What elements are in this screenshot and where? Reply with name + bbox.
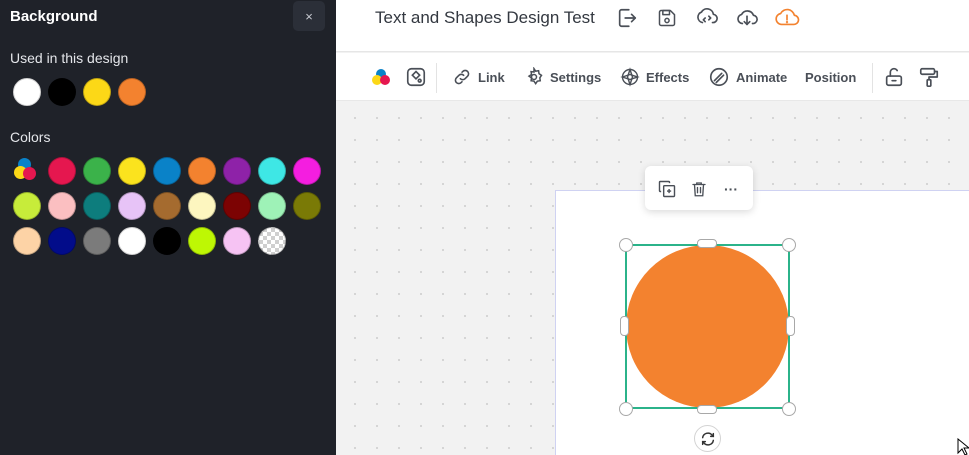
color-swatch[interactable]: [118, 192, 146, 220]
color-swatch[interactable]: [223, 227, 251, 255]
custom-color-picker-icon[interactable]: [13, 157, 41, 185]
resize-handle-bottom-left[interactable]: [619, 402, 633, 416]
fill-style-button[interactable]: [405, 65, 433, 89]
effects-label: Effects: [646, 69, 690, 85]
resize-handle-top-left[interactable]: [619, 238, 633, 252]
used-in-design-label: Used in this design: [10, 50, 129, 66]
color-swatch[interactable]: [13, 227, 41, 255]
link-label: Link: [478, 69, 505, 85]
duplicate-icon[interactable]: [656, 178, 678, 200]
color-swatch[interactable]: [83, 157, 111, 185]
color-swatch[interactable]: [13, 78, 41, 106]
color-swatch[interactable]: [118, 227, 146, 255]
paint-roller-icon: [919, 67, 939, 87]
color-swatch[interactable]: [48, 227, 76, 255]
color-swatch[interactable]: [188, 157, 216, 185]
export-icon[interactable]: [614, 5, 640, 31]
rotate-icon: [701, 431, 714, 446]
unlock-icon: [885, 67, 903, 87]
resize-handle-right[interactable]: [786, 316, 795, 336]
header-bar: Text and Shapes Design Test: [336, 0, 969, 52]
save-icon[interactable]: [654, 5, 680, 31]
mouse-cursor-icon: [957, 438, 969, 455]
more-options-icon[interactable]: ···: [720, 178, 742, 200]
orange-circle-shape[interactable]: [626, 245, 789, 408]
rotate-handle[interactable]: [694, 425, 721, 452]
gear-icon: [527, 67, 543, 86]
animate-label: Animate: [736, 69, 788, 85]
toolbar: Link Settings Effects Animate Position: [336, 53, 969, 101]
document-title[interactable]: Text and Shapes Design Test: [375, 8, 595, 28]
color-swatch[interactable]: [118, 78, 146, 106]
effects-button[interactable]: Effects: [620, 65, 689, 89]
color-swatch[interactable]: [153, 192, 181, 220]
color-swatch[interactable]: [258, 192, 286, 220]
fill-style-icon: [406, 67, 426, 87]
resize-handle-top-right[interactable]: [782, 238, 796, 252]
resize-handle-bottom-right[interactable]: [782, 402, 796, 416]
colors-grid: [13, 157, 333, 262]
color-swatch[interactable]: [48, 192, 76, 220]
color-palette-icon: [372, 69, 390, 85]
settings-label: Settings: [550, 69, 602, 85]
element-context-menu: ···: [645, 166, 753, 210]
color-swatch[interactable]: [188, 227, 216, 255]
trash-icon[interactable]: [688, 178, 710, 200]
used-colors-list: [13, 78, 333, 113]
resize-handle-bottom[interactable]: [697, 405, 717, 414]
color-swatch[interactable]: [223, 192, 251, 220]
color-swatch[interactable]: [153, 157, 181, 185]
color-swatch[interactable]: [293, 157, 321, 185]
close-panel-button[interactable]: ×: [293, 1, 325, 31]
toolbar-divider: [872, 63, 873, 93]
background-panel: Background × Used in this design Colors: [0, 0, 336, 455]
resize-handle-top[interactable]: [697, 239, 717, 248]
sync-icon[interactable]: [694, 5, 720, 31]
cloud-warning-icon[interactable]: [774, 5, 800, 31]
download-icon[interactable]: [734, 5, 760, 31]
color-swatch[interactable]: [118, 157, 146, 185]
animate-button[interactable]: Animate: [708, 65, 787, 89]
color-swatch[interactable]: [293, 192, 321, 220]
color-swatch[interactable]: [258, 157, 286, 185]
link-icon: [454, 69, 470, 85]
color-swatch[interactable]: [48, 157, 76, 185]
link-button[interactable]: Link: [452, 65, 505, 89]
settings-button[interactable]: Settings: [524, 65, 601, 89]
lock-button[interactable]: [883, 65, 911, 89]
color-swatch[interactable]: [83, 227, 111, 255]
color-swatch[interactable]: [223, 157, 251, 185]
color-swatch[interactable]: [83, 78, 111, 106]
color-fill-button[interactable]: [370, 65, 398, 89]
color-swatch[interactable]: [188, 192, 216, 220]
effects-icon: [620, 67, 640, 87]
position-label: Position: [805, 69, 857, 85]
position-button[interactable]: Position: [805, 65, 856, 89]
color-swatch[interactable]: [48, 78, 76, 106]
transparent-color-swatch[interactable]: [258, 227, 286, 255]
colors-label: Colors: [10, 129, 51, 145]
animate-icon: [709, 67, 729, 87]
paint-roller-button[interactable]: [918, 65, 946, 89]
color-swatch[interactable]: [83, 192, 111, 220]
color-swatch[interactable]: [13, 192, 41, 220]
resize-handle-left[interactable]: [620, 316, 629, 336]
panel-title: Background: [10, 8, 98, 25]
color-swatch[interactable]: [153, 227, 181, 255]
toolbar-divider: [436, 63, 437, 93]
